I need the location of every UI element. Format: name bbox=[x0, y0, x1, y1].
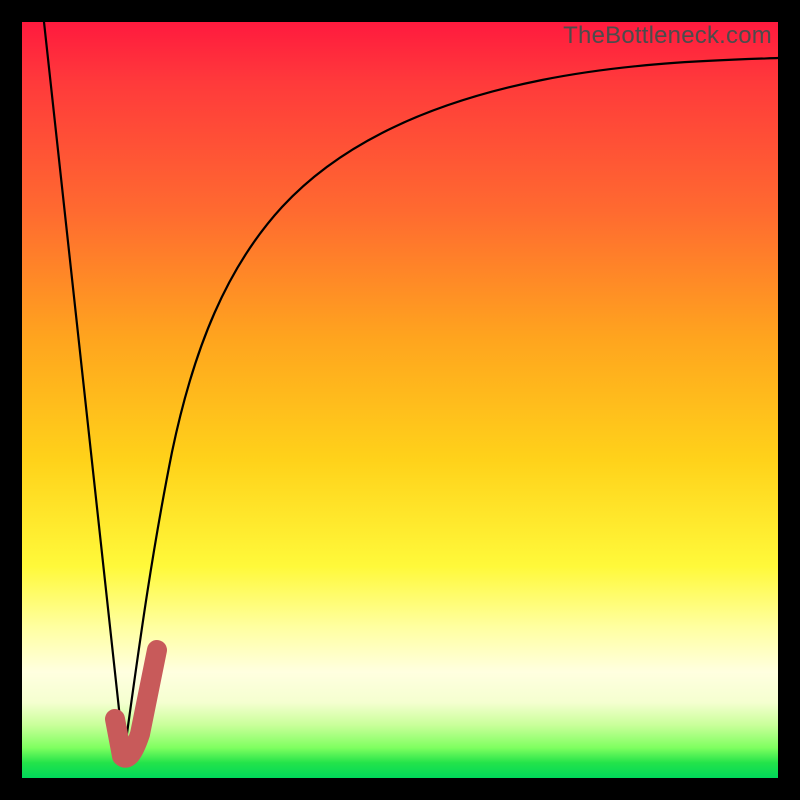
chart-svg bbox=[22, 22, 778, 778]
outer-frame: TheBottleneck.com bbox=[0, 0, 800, 800]
plot-area: TheBottleneck.com bbox=[22, 22, 778, 778]
curve-right-ascent bbox=[124, 58, 778, 755]
curve-left-descent bbox=[44, 22, 124, 755]
